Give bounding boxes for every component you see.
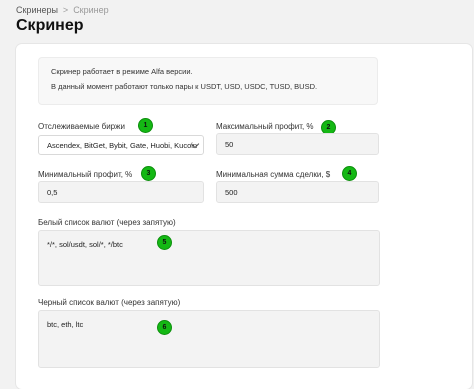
page-title: Скринер (16, 17, 84, 34)
breadcrumb-separator: > (62, 5, 69, 15)
whitelist-textarea[interactable]: */*, sol/usdt, sol/*, */btc (38, 230, 380, 286)
info-line-pairs: В данный момент работают только пары к U… (51, 82, 318, 91)
whitelist-label: Белый список валют (через запятую) (38, 218, 176, 227)
whitelist-value: */*, sol/usdt, sol/*, */btc (47, 240, 123, 249)
exchanges-select[interactable]: Ascendex, BitGet, Bybit, Gate, Huobi, Ku… (38, 135, 204, 155)
max-profit-label: Максимальный профит, % (216, 122, 314, 131)
min-profit-label: Минимальный профит, % (38, 170, 133, 179)
exchanges-label: Отслеживаемые биржи (38, 122, 125, 131)
exchanges-select-value: Ascendex, BitGet, Bybit, Gate, Huobi, Ku… (47, 140, 198, 150)
max-profit-value: 50 (225, 139, 234, 149)
min-deal-input[interactable]: 500 (216, 181, 379, 203)
breadcrumb-current: Скринер (73, 5, 109, 15)
breadcrumb: Скринеры > Скринер (16, 5, 109, 15)
blacklist-label: Черный список валют (через запятую) (38, 298, 181, 307)
annotation-badge-3: 3 (142, 167, 155, 180)
min-deal-value: 500 (225, 187, 238, 197)
max-profit-input[interactable]: 50 (216, 133, 379, 155)
screener-form-card: Скринер работает в режиме Alfa версии. В… (16, 44, 472, 389)
breadcrumb-link-screeners[interactable]: Скринеры (16, 5, 58, 15)
annotation-badge-5: 5 (158, 236, 171, 249)
min-deal-label: Минимальная сумма сделки, $ (216, 170, 331, 179)
annotation-badge-1: 1 (139, 119, 152, 132)
blacklist-textarea[interactable]: btc, eth, ltc (38, 310, 380, 368)
info-notice: Скринер работает в режиме Alfa версии. В… (38, 57, 378, 105)
annotation-badge-6: 6 (158, 321, 171, 334)
info-line-alpha: Скринер работает в режиме Alfa версии. (51, 67, 193, 76)
min-profit-input[interactable]: 0,5 (38, 181, 204, 203)
min-profit-value: 0,5 (47, 187, 58, 197)
annotation-badge-4: 4 (343, 167, 356, 180)
blacklist-value: btc, eth, ltc (47, 320, 84, 329)
